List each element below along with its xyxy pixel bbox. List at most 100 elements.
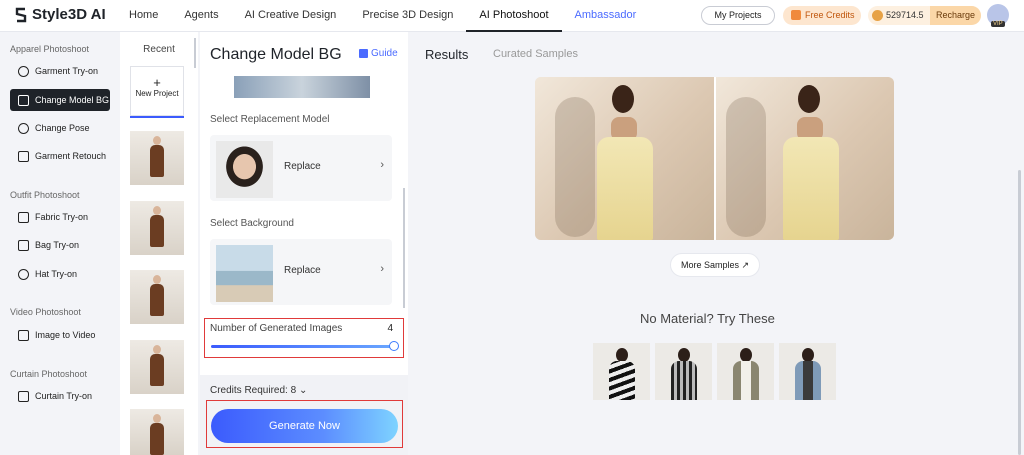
sample-outfit [671, 361, 697, 400]
sidebar-item-label: Garment Try-on [35, 66, 99, 76]
sample-model-head [802, 348, 814, 362]
tab-curated-samples[interactable]: Curated Samples [493, 48, 578, 60]
sidebar-item-label: Fabric Try-on [35, 212, 89, 222]
sidebar-item-garment-retouch[interactable]: Garment Retouch [10, 145, 110, 167]
sidebar-item-label: Curtain Try-on [35, 391, 93, 401]
nav-ai-creative-design[interactable]: AI Creative Design [232, 0, 350, 32]
sidebar-item-bag-try-on[interactable]: Bag Try-on [10, 234, 110, 256]
sample-image[interactable] [779, 343, 836, 400]
fabric-icon [18, 211, 29, 223]
recent-projects-column: Recent + New Project [120, 32, 198, 455]
sidebar-item-change-model-bg[interactable]: Change Model BG [10, 89, 110, 111]
nav-ambassador[interactable]: Ambassador [562, 0, 650, 32]
results-scrollbar[interactable] [1018, 170, 1021, 455]
recent-thumbnail[interactable] [130, 201, 184, 255]
sidebar-item-change-pose[interactable]: Change Pose [10, 117, 110, 139]
section-apparel-photoshoot: Apparel Photoshoot [10, 44, 90, 54]
replace-background-label: Replace [284, 265, 321, 276]
sidebar-item-fabric-try-on[interactable]: Fabric Try-on [10, 206, 110, 228]
sample-image[interactable] [717, 343, 774, 400]
chevron-right-icon: › [380, 263, 384, 275]
nav-agents[interactable]: Agents [171, 0, 231, 32]
recent-thumbnail[interactable] [130, 270, 184, 324]
nav-ai-photoshoot[interactable]: AI Photoshoot [466, 0, 562, 32]
model-dress [150, 145, 164, 177]
uploaded-garment-image[interactable] [234, 76, 370, 98]
model-hair [798, 85, 820, 113]
curtain-icon [18, 390, 29, 402]
number-of-images-value: 4 [387, 323, 393, 334]
recharge-button[interactable]: Recharge [929, 6, 981, 25]
sidebar-item-curtain-try-on[interactable]: Curtain Try-on [10, 385, 110, 407]
more-samples-label: More Samples [680, 260, 739, 270]
number-of-images-control: Number of Generated Images 4 [204, 318, 404, 358]
images-slider-track[interactable] [211, 345, 395, 348]
recent-thumbnail[interactable] [130, 340, 184, 394]
video-play-icon [18, 329, 29, 341]
bag-icon [18, 239, 29, 251]
retouch-icon [18, 150, 29, 162]
before-after-preview [535, 77, 894, 240]
sample-image[interactable] [655, 343, 712, 400]
my-projects-button[interactable]: My Projects [701, 6, 775, 25]
free-credits-button[interactable]: Free Credits [783, 6, 861, 25]
sample-model-head [740, 348, 752, 362]
more-samples-button[interactable]: More Samples ↗ [670, 253, 760, 277]
model-dress [783, 137, 839, 240]
sample-image[interactable] [593, 343, 650, 400]
shirt-icon [18, 65, 29, 77]
model-portrait-image [216, 141, 273, 198]
model-hair [612, 85, 634, 113]
guide-link[interactable]: Guide [359, 48, 398, 59]
no-material-heading: No Material? Try These [640, 311, 775, 326]
generate-now-button[interactable]: Generate Now [211, 409, 398, 443]
recent-thumbnail[interactable] [130, 409, 184, 455]
before-image [535, 77, 714, 240]
nav-precise-3d-design[interactable]: Precise 3D Design [349, 0, 466, 32]
replace-model-label: Replace [284, 161, 321, 172]
sample-model-head [678, 348, 690, 362]
new-project-button[interactable]: + New Project [130, 66, 184, 116]
model-dress [597, 137, 653, 240]
sidebar-item-label: Change Model BG [35, 95, 110, 105]
generate-highlight-box: Generate Now [206, 400, 403, 448]
style3d-logo-icon [15, 7, 27, 22]
free-credits-label: Free Credits [805, 10, 855, 20]
new-project-active-indicator [130, 116, 184, 118]
sidebar-item-image-to-video[interactable]: Image to Video [10, 324, 110, 346]
section-curtain-photoshoot: Curtain Photoshoot [10, 369, 88, 379]
replacement-model-card[interactable]: Replace › [210, 135, 392, 201]
model-head [153, 345, 161, 354]
recent-thumbnail[interactable] [130, 131, 184, 185]
nav-home[interactable]: Home [116, 0, 171, 32]
background-card[interactable]: Replace › [210, 239, 392, 305]
plus-icon: + [153, 75, 161, 90]
background-image [216, 245, 273, 302]
panel-scrollbar[interactable] [403, 188, 405, 308]
sidebar-item-garment-try-on[interactable]: Garment Try-on [10, 60, 110, 82]
sidebar-item-label: Hat Try-on [35, 269, 78, 279]
section-outfit-photoshoot: Outfit Photoshoot [10, 190, 80, 200]
image-swap-icon [18, 94, 29, 106]
hat-icon [18, 268, 29, 280]
gift-icon [791, 10, 801, 20]
tab-results[interactable]: Results [425, 47, 468, 62]
top-navigation-bar: Style3D AI Home Agents AI Creative Desig… [0, 0, 1024, 32]
images-slider-handle[interactable] [389, 341, 399, 351]
sample-outfit [795, 361, 821, 400]
coin-icon [872, 10, 883, 21]
sidebar-item-hat-try-on[interactable]: Hat Try-on [10, 263, 110, 285]
model-dress [150, 354, 164, 386]
sample-outfit [609, 361, 635, 400]
balance-value: 529714.5 [886, 10, 924, 20]
brand-logo[interactable]: Style3D AI [14, 6, 106, 23]
credits-required-label: Credits Required: 8 [210, 385, 297, 396]
credits-required[interactable]: Credits Required: 8 ⌄ [210, 385, 307, 396]
recent-scrollbar[interactable] [194, 38, 196, 68]
sidebar-item-label: Change Pose [35, 123, 90, 133]
model-dress [150, 284, 164, 316]
after-image [716, 77, 894, 240]
arrow-up-right-icon: ↗ [741, 260, 750, 270]
select-model-label: Select Replacement Model [210, 114, 330, 125]
new-project-label: New Project [135, 89, 179, 98]
